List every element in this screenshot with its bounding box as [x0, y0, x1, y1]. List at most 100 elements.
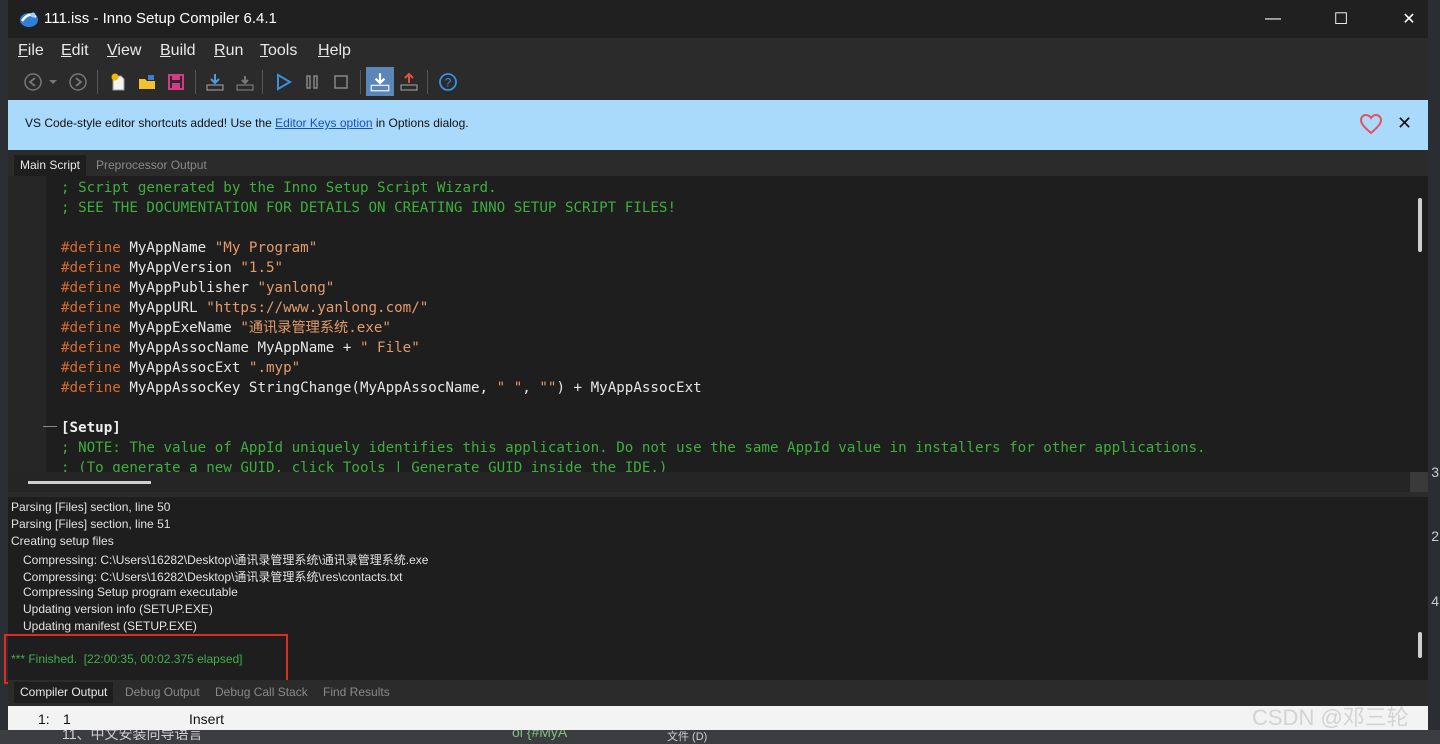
- menu-edit[interactable]: Edit: [61, 42, 89, 60]
- menu-build[interactable]: Build: [160, 42, 196, 60]
- menu-run-label: un: [225, 42, 244, 59]
- help-button[interactable]: ?: [436, 70, 460, 94]
- code-section: [Setup]: [61, 420, 121, 436]
- new-button[interactable]: [106, 70, 130, 94]
- run-button[interactable]: [271, 70, 295, 94]
- output-line: Compressing: C:\Users\16282\Desktop\通讯录管…: [23, 570, 403, 584]
- code-line: ; NOTE: The value of AppId uniquely iden…: [61, 438, 1206, 458]
- code-string: ".myp": [248, 360, 301, 376]
- menu-tools-accel: T: [260, 42, 268, 59]
- back-icon: [24, 73, 42, 91]
- toolbar-separator: [360, 70, 361, 94]
- tab-debug-output[interactable]: Debug Output: [119, 682, 206, 703]
- code-keyword: #define: [61, 240, 121, 256]
- code-string: " ": [496, 380, 523, 396]
- menu-help[interactable]: Help: [318, 42, 351, 60]
- forward-button[interactable]: [66, 70, 90, 94]
- save-button[interactable]: [164, 70, 188, 94]
- menu-view[interactable]: View: [107, 42, 141, 60]
- code-identifier: MyAppAssocKey StringChange(MyAppAssocNam…: [120, 380, 497, 396]
- run-icon: [277, 73, 292, 91]
- code-identifier: MyAppExeName: [120, 320, 241, 336]
- banner-message: VS Code-style editor shortcuts added! Us…: [25, 116, 469, 130]
- code-editor[interactable]: ; Script generated by the Inno Setup Scr…: [8, 176, 1428, 472]
- target-setup-button[interactable]: [366, 67, 394, 96]
- menu-edit-label: dit: [71, 42, 89, 59]
- editor-vertical-scrollbar[interactable]: [1418, 198, 1422, 252]
- toolbar-separator: [97, 70, 98, 94]
- tab-main-script[interactable]: Main Script: [14, 155, 87, 176]
- tab-debug-call-stack[interactable]: Debug Call Stack: [209, 682, 314, 703]
- open-button[interactable]: [135, 70, 159, 94]
- notification-banner: VS Code-style editor shortcuts added! Us…: [8, 100, 1428, 150]
- code-line: #define MyAppAssocName MyAppName + " Fil…: [61, 338, 1206, 358]
- code-line: [Setup]: [61, 418, 1206, 438]
- stop-compile-icon: [236, 76, 254, 91]
- output-line: Parsing [Files] section, line 50: [11, 500, 171, 514]
- tab-find-results[interactable]: Find Results: [317, 682, 396, 703]
- menu-build-label: uild: [170, 42, 196, 59]
- code-line: #define MyAppVersion "1.5": [61, 258, 1206, 278]
- status-line: 1:: [38, 711, 50, 727]
- back-button[interactable]: [21, 70, 45, 94]
- output-line: Updating manifest (SETUP.EXE): [23, 619, 197, 633]
- menu-file-label: ile: [27, 42, 44, 59]
- help-icon: ?: [439, 73, 457, 91]
- stop-icon: [334, 75, 348, 89]
- fold-marker[interactable]: [43, 426, 57, 427]
- compile-button[interactable]: [203, 70, 227, 94]
- tab-preprocessor-output[interactable]: Preprocessor Output: [90, 155, 213, 176]
- code-comment: ; (To generate a new GUID, click Tools |…: [61, 460, 668, 472]
- stop-compile-button[interactable]: [233, 70, 257, 94]
- menu-run[interactable]: Run: [214, 42, 243, 60]
- title-bar[interactable]: 111.iss - Inno Setup Compiler 6.4.1 — ☐ …: [8, 0, 1428, 38]
- back-dropdown-button[interactable]: [46, 70, 60, 94]
- output-vertical-scrollbar[interactable]: [1418, 632, 1422, 658]
- toolbar-separator: [195, 70, 196, 94]
- status-insert-mode: Insert: [189, 711, 225, 727]
- scrollbar-thumb[interactable]: [28, 481, 151, 484]
- new-file-icon: [111, 73, 125, 91]
- code-identifier: MyAppAssocExt: [120, 360, 249, 376]
- code-content[interactable]: ; Script generated by the Inno Setup Scr…: [61, 178, 1206, 472]
- minimize-icon: —: [1265, 10, 1281, 27]
- output-line: Parsing [Files] section, line 51: [11, 517, 171, 531]
- highlight-box: [4, 634, 288, 684]
- inno-setup-icon: [20, 12, 38, 27]
- pause-button[interactable]: [300, 70, 324, 94]
- code-line: #define MyAppAssocKey StringChange(MyApp…: [61, 378, 1206, 398]
- code-identifier: MyAppURL: [120, 300, 207, 316]
- background-fragment: 2: [1431, 528, 1439, 544]
- maximize-button[interactable]: ☐: [1318, 0, 1364, 38]
- banner-close-button[interactable]: ✕: [1397, 113, 1412, 134]
- toolbar-separator: [262, 70, 263, 94]
- background-bottom: 11、中文安装向导语言 ol {#MyA 文件 (D): [0, 724, 1440, 743]
- tab-compiler-output[interactable]: Compiler Output: [14, 682, 114, 703]
- stop-button[interactable]: [329, 70, 353, 94]
- target-setup-icon: [370, 72, 390, 91]
- editor-keys-option-link[interactable]: Editor Keys option: [275, 116, 372, 130]
- menu-file[interactable]: File: [18, 42, 44, 60]
- code-comment: ; Script generated by the Inno Setup Scr…: [61, 180, 497, 196]
- close-button[interactable]: ✕: [1386, 0, 1432, 38]
- heart-icon[interactable]: [1359, 112, 1383, 136]
- menu-view-label: iew: [117, 42, 142, 59]
- banner-text: VS Code-style editor shortcuts added! Us…: [25, 116, 276, 130]
- output-line: Updating version info (SETUP.EXE): [23, 602, 213, 616]
- code-blank: [61, 220, 70, 236]
- save-icon: [168, 74, 184, 90]
- pause-icon: [306, 75, 318, 89]
- code-string: "https://www.yanlong.com/": [206, 300, 429, 316]
- code-string: "My Program": [214, 240, 318, 256]
- status-bar: 1: 1 Insert: [8, 706, 1428, 730]
- code-string: " File": [359, 340, 420, 356]
- background-fragment: 4: [1431, 593, 1439, 609]
- menu-tools-label: ools: [268, 42, 298, 59]
- code-keyword: #define: [61, 300, 121, 316]
- code-identifier: MyAppAssocName MyAppName +: [120, 340, 360, 356]
- editor-horizontal-scrollbar[interactable]: [8, 472, 1428, 492]
- target-uninstall-button[interactable]: [397, 70, 421, 94]
- open-file-icon: [139, 75, 155, 89]
- menu-tools[interactable]: Tools: [260, 42, 297, 60]
- minimize-button[interactable]: —: [1250, 0, 1296, 38]
